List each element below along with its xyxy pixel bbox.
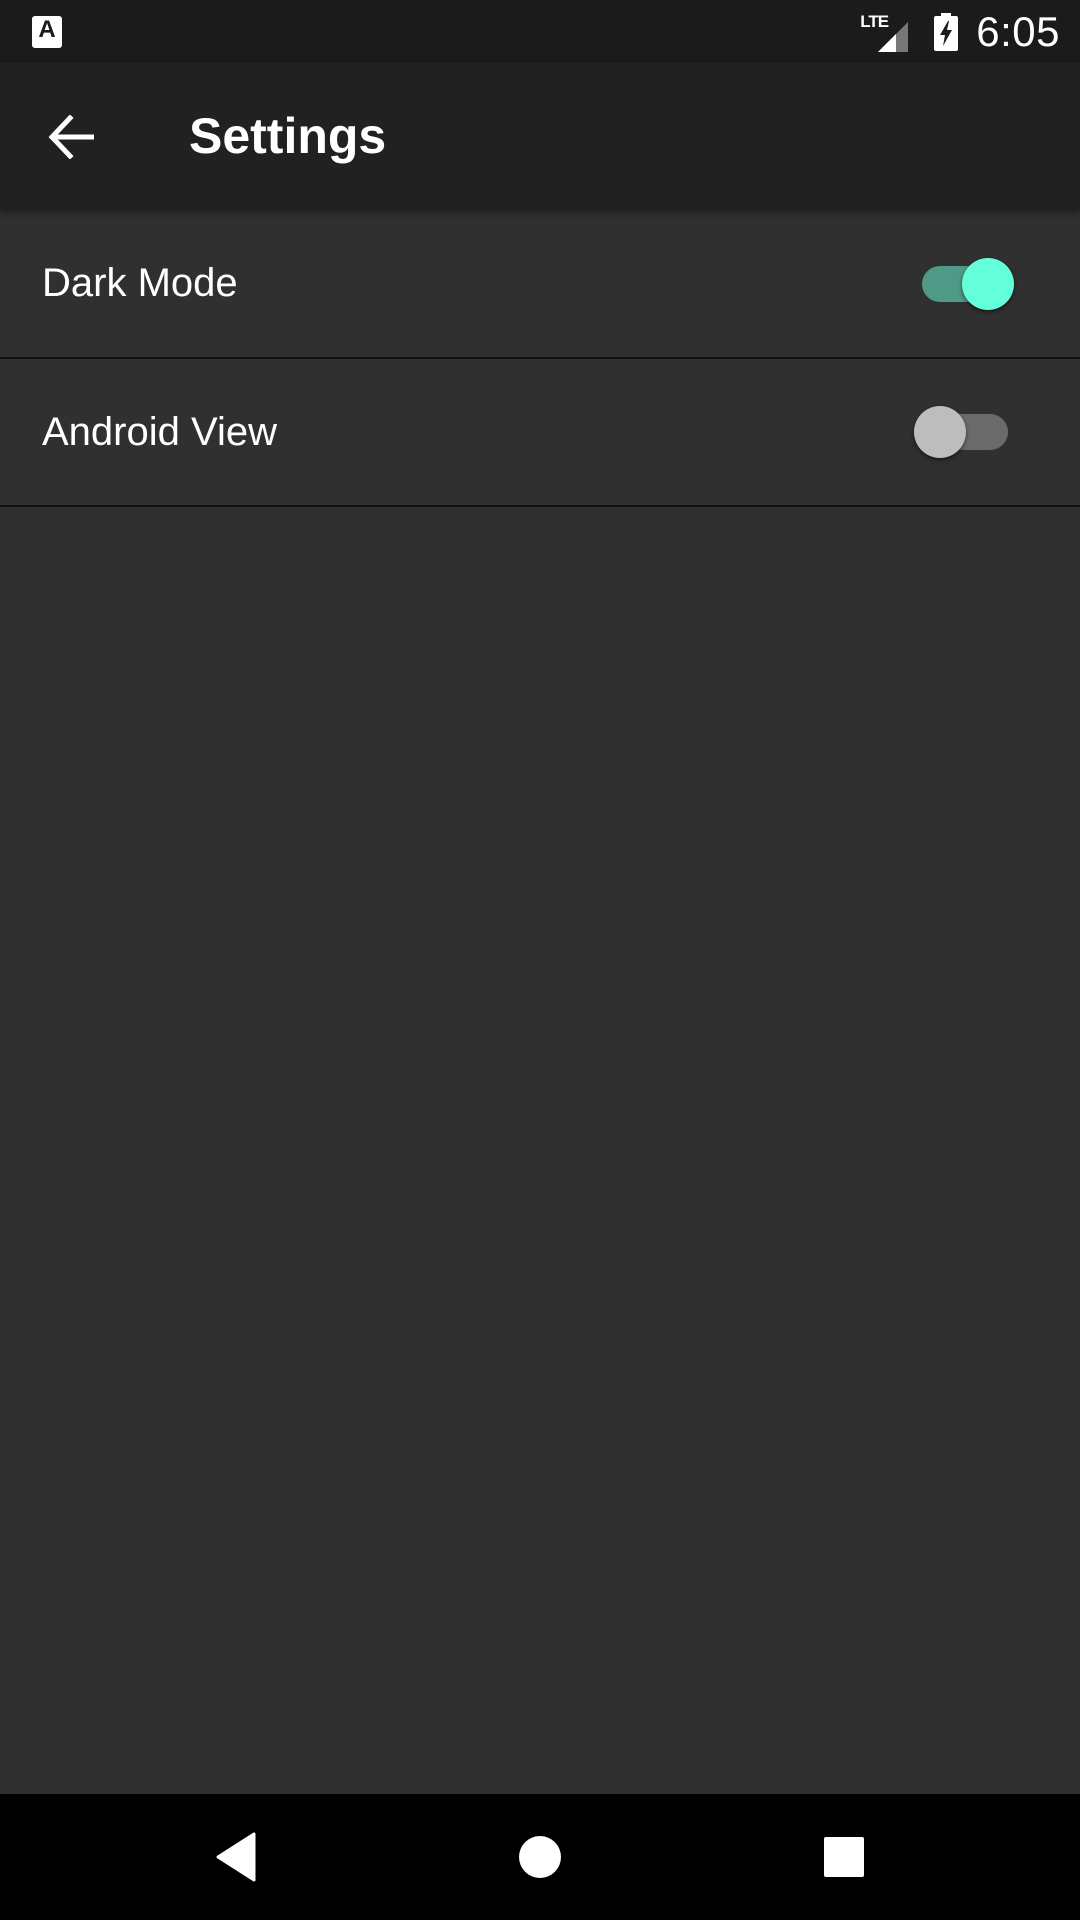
status-time: 6:05: [976, 7, 1060, 55]
home-icon: [519, 1836, 561, 1878]
recents-icon: [824, 1837, 864, 1877]
settings-screen: A LTE 6:05 Settings Dark Mode Android Vi…: [0, 0, 1080, 1920]
page-title: Settings: [189, 108, 387, 164]
setting-label: Dark Mode: [42, 261, 238, 305]
dark-mode-toggle[interactable]: [916, 257, 1014, 310]
cellular-signal-icon: LTE: [860, 12, 909, 52]
toggle-thumb: [914, 406, 966, 458]
battery-charging-icon: [934, 12, 959, 51]
setting-row-dark-mode[interactable]: Dark Mode: [0, 210, 1080, 359]
settings-list: Dark Mode Android View: [0, 210, 1080, 507]
toggle-thumb: [962, 257, 1014, 310]
setting-label: Android View: [42, 410, 277, 454]
home-button[interactable]: [510, 1827, 570, 1887]
status-bar: A LTE 6:05: [0, 0, 1080, 63]
setting-row-android-view[interactable]: Android View: [0, 359, 1080, 507]
app-toolbar: Settings: [0, 63, 1080, 210]
android-view-toggle[interactable]: [914, 406, 1012, 458]
nav-back-button[interactable]: [206, 1827, 266, 1887]
app-notification-icon: A: [32, 16, 62, 48]
system-navigation-bar: [0, 1794, 1080, 1920]
nav-back-icon: [216, 1832, 256, 1882]
status-indicators: LTE 6:05: [860, 0, 1060, 63]
recents-button[interactable]: [814, 1827, 874, 1887]
arrow-left-icon: [48, 115, 94, 159]
back-button[interactable]: [38, 103, 106, 171]
